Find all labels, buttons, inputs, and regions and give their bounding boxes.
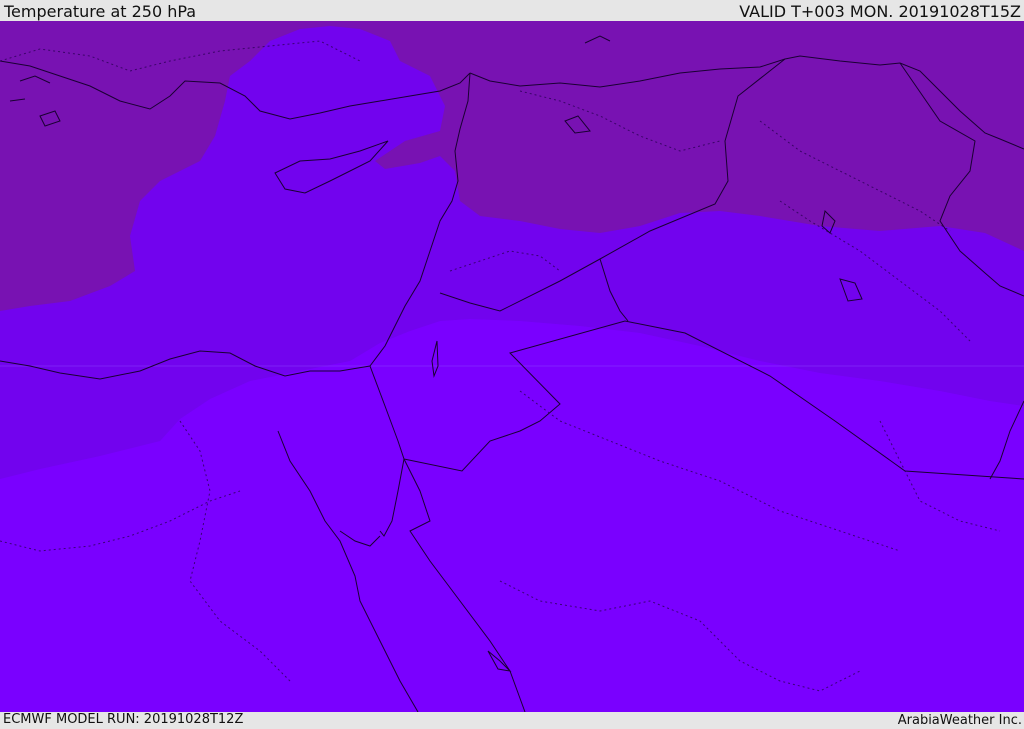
credit-text: ArabiaWeather Inc. bbox=[897, 713, 1022, 728]
valid-time: VALID T+003 MON. 20191028T15Z bbox=[739, 2, 1021, 21]
map-area bbox=[0, 21, 1024, 712]
map-title: Temperature at 250 hPa bbox=[4, 2, 197, 21]
temperature-map bbox=[0, 21, 1024, 712]
model-run: ECMWF MODEL RUN: 20191028T12Z bbox=[3, 712, 244, 727]
title-bar: Temperature at 250 hPa VALID T+003 MON. … bbox=[0, 0, 1024, 21]
footer-bar: ECMWF MODEL RUN: 20191028T12Z ArabiaWeat… bbox=[0, 712, 1024, 729]
